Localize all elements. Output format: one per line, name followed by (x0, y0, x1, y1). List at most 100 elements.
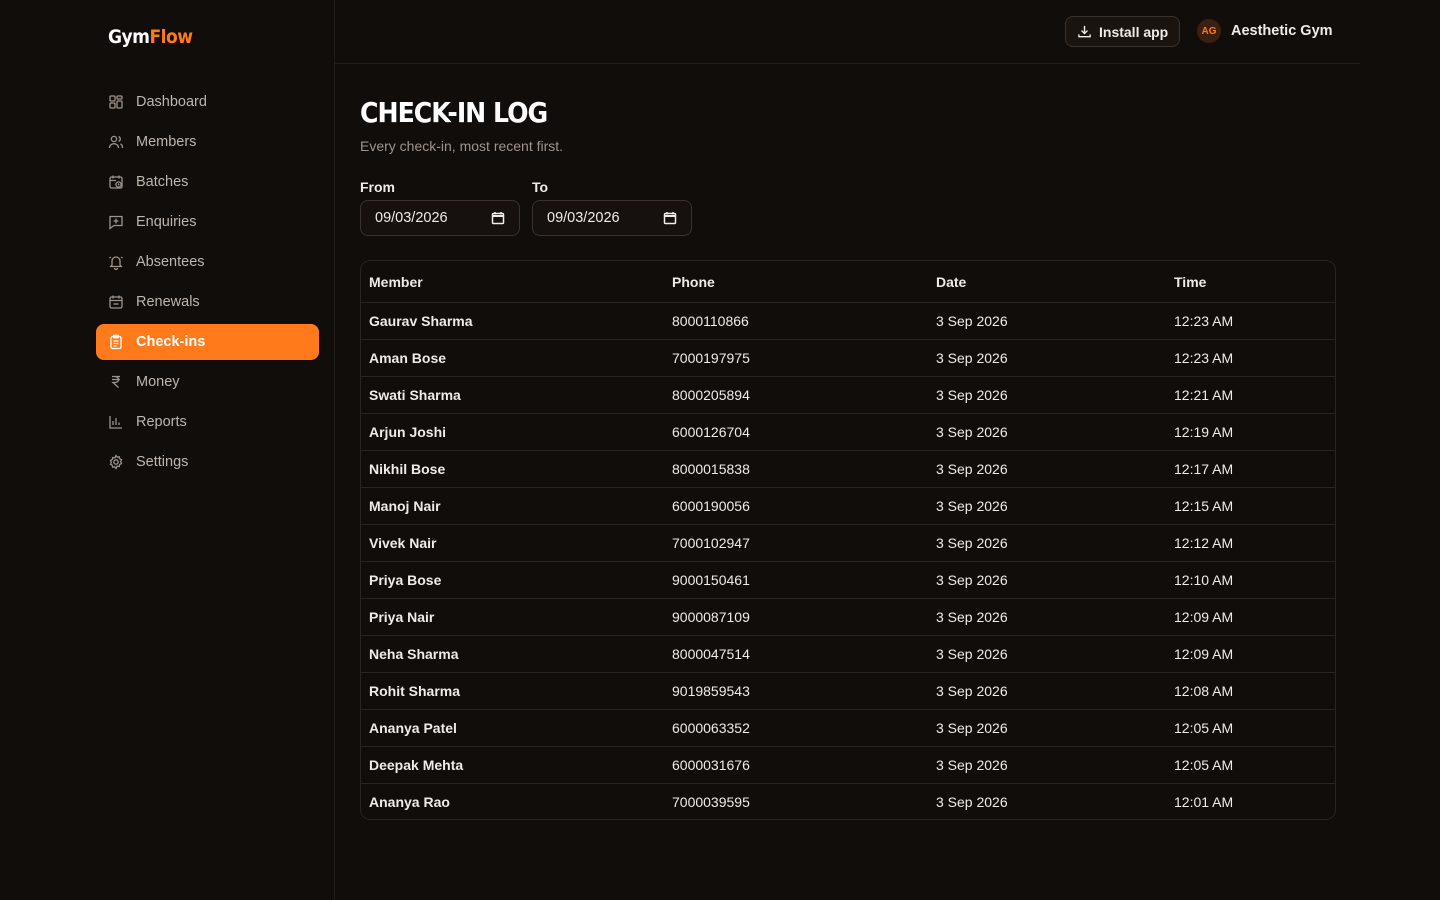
table-row: Arjun Joshi 6000126704 3 Sep 2026 12:19 … (361, 413, 1335, 451)
clipboard-icon (108, 334, 124, 350)
column-header-phone: Phone (664, 261, 928, 303)
member-cell: Aman Bose (361, 339, 664, 377)
calendar-icon[interactable] (491, 211, 505, 225)
sidebar-item-absentees[interactable]: Absentees (96, 244, 319, 280)
message-plus-icon (108, 214, 124, 230)
time-cell: 12:05 AM (1166, 709, 1335, 747)
member-cell: Gaurav Sharma (361, 302, 664, 340)
logo-text-gym: Gym (108, 26, 150, 48)
date-cell: 3 Sep 2026 (928, 413, 1166, 451)
phone-cell: 7000197975 (664, 339, 928, 377)
time-cell: 12:23 AM (1166, 339, 1335, 377)
sidebar-item-label: Check-ins (136, 334, 206, 350)
date-cell: 3 Sep 2026 (928, 598, 1166, 636)
table-row: Priya Nair 9000087109 3 Sep 2026 12:09 A… (361, 598, 1335, 636)
from-date-input[interactable]: 09/03/2026 (360, 200, 520, 236)
date-cell: 3 Sep 2026 (928, 376, 1166, 414)
member-cell: Swati Sharma (361, 376, 664, 414)
sidebar: GymFlow Dashboard Members Batches Enquir… (0, 0, 335, 900)
table-row: Nikhil Bose 8000015838 3 Sep 2026 12:17 … (361, 450, 1335, 488)
sidebar-item-batches[interactable]: Batches (96, 164, 319, 200)
phone-cell: 7000039595 (672, 794, 750, 810)
time-cell: 12:23 AM (1166, 302, 1335, 340)
to-date-value: 09/03/2026 (547, 210, 620, 226)
sidebar-item-label: Money (136, 374, 180, 390)
calendar-icon[interactable] (663, 211, 677, 225)
sidebar-item-members[interactable]: Members (96, 124, 319, 160)
date-cell: 3 Sep 2026 (928, 746, 1166, 784)
sidebar-item-dashboard[interactable]: Dashboard (96, 84, 319, 120)
time-cell: 12:15 AM (1166, 487, 1335, 525)
date-cell: 3 Sep 2026 (928, 339, 1166, 377)
bell-off-icon (108, 254, 124, 270)
time-cell: 12:09 AM (1166, 635, 1335, 673)
sidebar-item-label: Members (136, 134, 197, 150)
table-row: Neha Sharma 8000047514 3 Sep 2026 12:09 … (361, 635, 1335, 673)
time-cell: 12:08 AM (1166, 672, 1335, 710)
time-cell: 12:17 AM (1166, 450, 1335, 488)
member-cell: Priya Nair (361, 598, 664, 636)
phone-cell: 8000015838 (664, 450, 928, 488)
sidebar-item-enquiries[interactable]: Enquiries (96, 204, 319, 240)
check-in-table: Member Phone Date Time Gaurav Sharma 800… (360, 260, 1336, 820)
to-date-input[interactable]: 09/03/2026 (532, 200, 692, 236)
bar-chart-icon (108, 414, 124, 430)
sidebar-item-label: Reports (136, 414, 187, 430)
download-icon (1078, 25, 1091, 38)
member-cell: Priya Bose (361, 561, 664, 599)
date-cell: 3 Sep 2026 (928, 450, 1166, 488)
member-cell: Arjun Joshi (361, 413, 664, 451)
phone-cell: 9000150461 (664, 561, 928, 599)
sidebar-item-reports[interactable]: Reports (96, 404, 319, 440)
member-cell: Nikhil Bose (361, 450, 664, 488)
phone-cell: 6000126704 (664, 413, 928, 451)
install-app-label: Install app (1099, 23, 1169, 40)
phone-cell: 9000087109 (664, 598, 928, 636)
phone-cell: 9019859543 (664, 672, 928, 710)
sidebar-item-money[interactable]: Money (96, 364, 319, 400)
sidebar-item-renewals[interactable]: Renewals (96, 284, 319, 320)
date-cell: 3 Sep 2026 (928, 524, 1166, 562)
date-cell: 3 Sep 2026 (928, 561, 1166, 599)
member-cell: Neha Sharma (361, 635, 664, 673)
phone-cell: 6000063352 (664, 709, 928, 747)
date-cell: 3 Sep 2026 (928, 709, 1166, 747)
dashboard-icon (108, 94, 124, 110)
time-cell: 12:19 AM (1166, 413, 1335, 451)
account-name: Aesthetic Gym (1231, 23, 1333, 39)
account-menu[interactable]: AG Aesthetic Gym (1197, 19, 1333, 43)
top-bar: Install app AG Aesthetic Gym (335, 0, 1360, 64)
install-app-button[interactable]: Install app (1065, 16, 1181, 47)
phone-cell: 7000102947 (664, 524, 928, 562)
table-row: Deepak Mehta 6000031676 3 Sep 2026 12:05… (361, 746, 1335, 784)
phone-cell: 6000190056 (664, 487, 928, 525)
table-row: Vivek Nair 7000102947 3 Sep 2026 12:12 A… (361, 524, 1335, 562)
avatar: AG (1197, 19, 1221, 43)
phone-cell: 6000031676 (664, 746, 928, 784)
date-cell: 3 Sep 2026 (928, 635, 1166, 673)
member-cell: Vivek Nair (361, 524, 664, 562)
table-header-row: Member Phone Date Time (361, 261, 1335, 303)
sidebar-item-settings[interactable]: Settings (96, 444, 319, 480)
phone-cell: 8000110866 (664, 302, 928, 340)
sidebar-nav: Dashboard Members Batches Enquiries Abse… (96, 84, 319, 484)
phone-cell: 8000205894 (664, 376, 928, 414)
date-cell: 3 Sep 2026 (936, 794, 1008, 810)
calendar-check-icon (108, 294, 124, 310)
member-cell: Ananya Rao (369, 794, 450, 810)
users-icon (108, 134, 124, 150)
date-cell: 3 Sep 2026 (928, 302, 1166, 340)
member-cell: Ananya Patel (361, 709, 664, 747)
sidebar-item-check-ins[interactable]: Check-ins (96, 324, 319, 360)
time-cell: 12:09 AM (1166, 598, 1335, 636)
calendar-clock-icon (108, 174, 124, 190)
column-header-date: Date (928, 261, 1166, 303)
column-header-time: Time (1166, 261, 1335, 303)
from-label: From (360, 179, 395, 195)
member-cell: Deepak Mehta (361, 746, 664, 784)
member-cell: Manoj Nair (361, 487, 664, 525)
logo-text-flow: Flow (149, 26, 193, 48)
gear-icon (108, 454, 124, 470)
app-logo[interactable]: GymFlow (108, 26, 193, 48)
date-cell: 3 Sep 2026 (928, 487, 1166, 525)
